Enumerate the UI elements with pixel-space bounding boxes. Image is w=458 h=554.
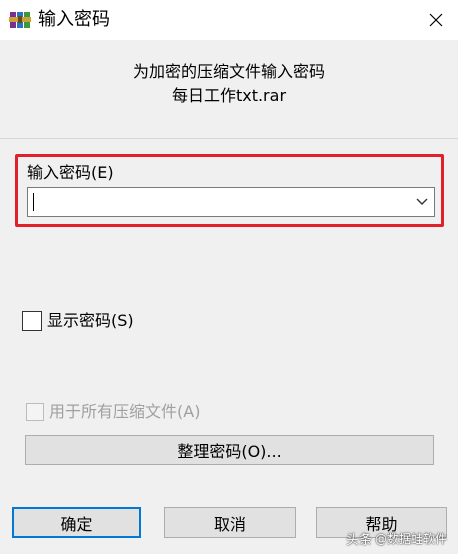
password-label: 输入密码(E) (27, 163, 114, 182)
cancel-button[interactable]: 取消 (164, 507, 296, 538)
watermark-handle: @数据蛙软件 (374, 532, 447, 546)
use-for-all-checkbox (26, 403, 44, 421)
watermark-prefix: 头条 (345, 533, 372, 548)
password-combobox[interactable] (27, 187, 435, 217)
close-icon (429, 13, 443, 27)
archive-filename: 每日工作txt.rar (171, 86, 287, 105)
use-for-all-label: 用于所有压缩文件(A) (49, 402, 201, 421)
text-caret (33, 193, 34, 211)
password-highlight-box: 输入密码(E) (15, 154, 444, 227)
show-password-label: 显示密码(S) (47, 311, 134, 330)
heading-prompt: 为加密的压缩文件输入密码 (132, 62, 325, 81)
winrar-icon (9, 10, 31, 30)
title-bar: 输入密码 (0, 0, 458, 40)
password-dialog: 输入密码 为加密的压缩文件输入密码 每日工作txt.rar 输入密码(E) 显示… (0, 0, 458, 554)
show-password-checkbox[interactable] (22, 311, 42, 331)
dialog-heading: 为加密的压缩文件输入密码 每日工作txt.rar (0, 60, 458, 108)
watermark: 头条 @数据蛙软件 (346, 529, 450, 548)
divider (0, 138, 458, 139)
organize-passwords-button[interactable]: 整理密码(O)... (25, 435, 434, 465)
close-button[interactable] (414, 0, 458, 40)
password-input[interactable] (28, 188, 408, 216)
password-history-dropdown[interactable] (410, 188, 434, 216)
chevron-down-icon (416, 198, 428, 205)
ok-button[interactable]: 确定 (12, 507, 141, 538)
window-title: 输入密码 (38, 9, 110, 30)
show-password-option[interactable]: 显示密码(S) (22, 310, 134, 332)
use-for-all-option: 用于所有压缩文件(A) (26, 401, 200, 423)
